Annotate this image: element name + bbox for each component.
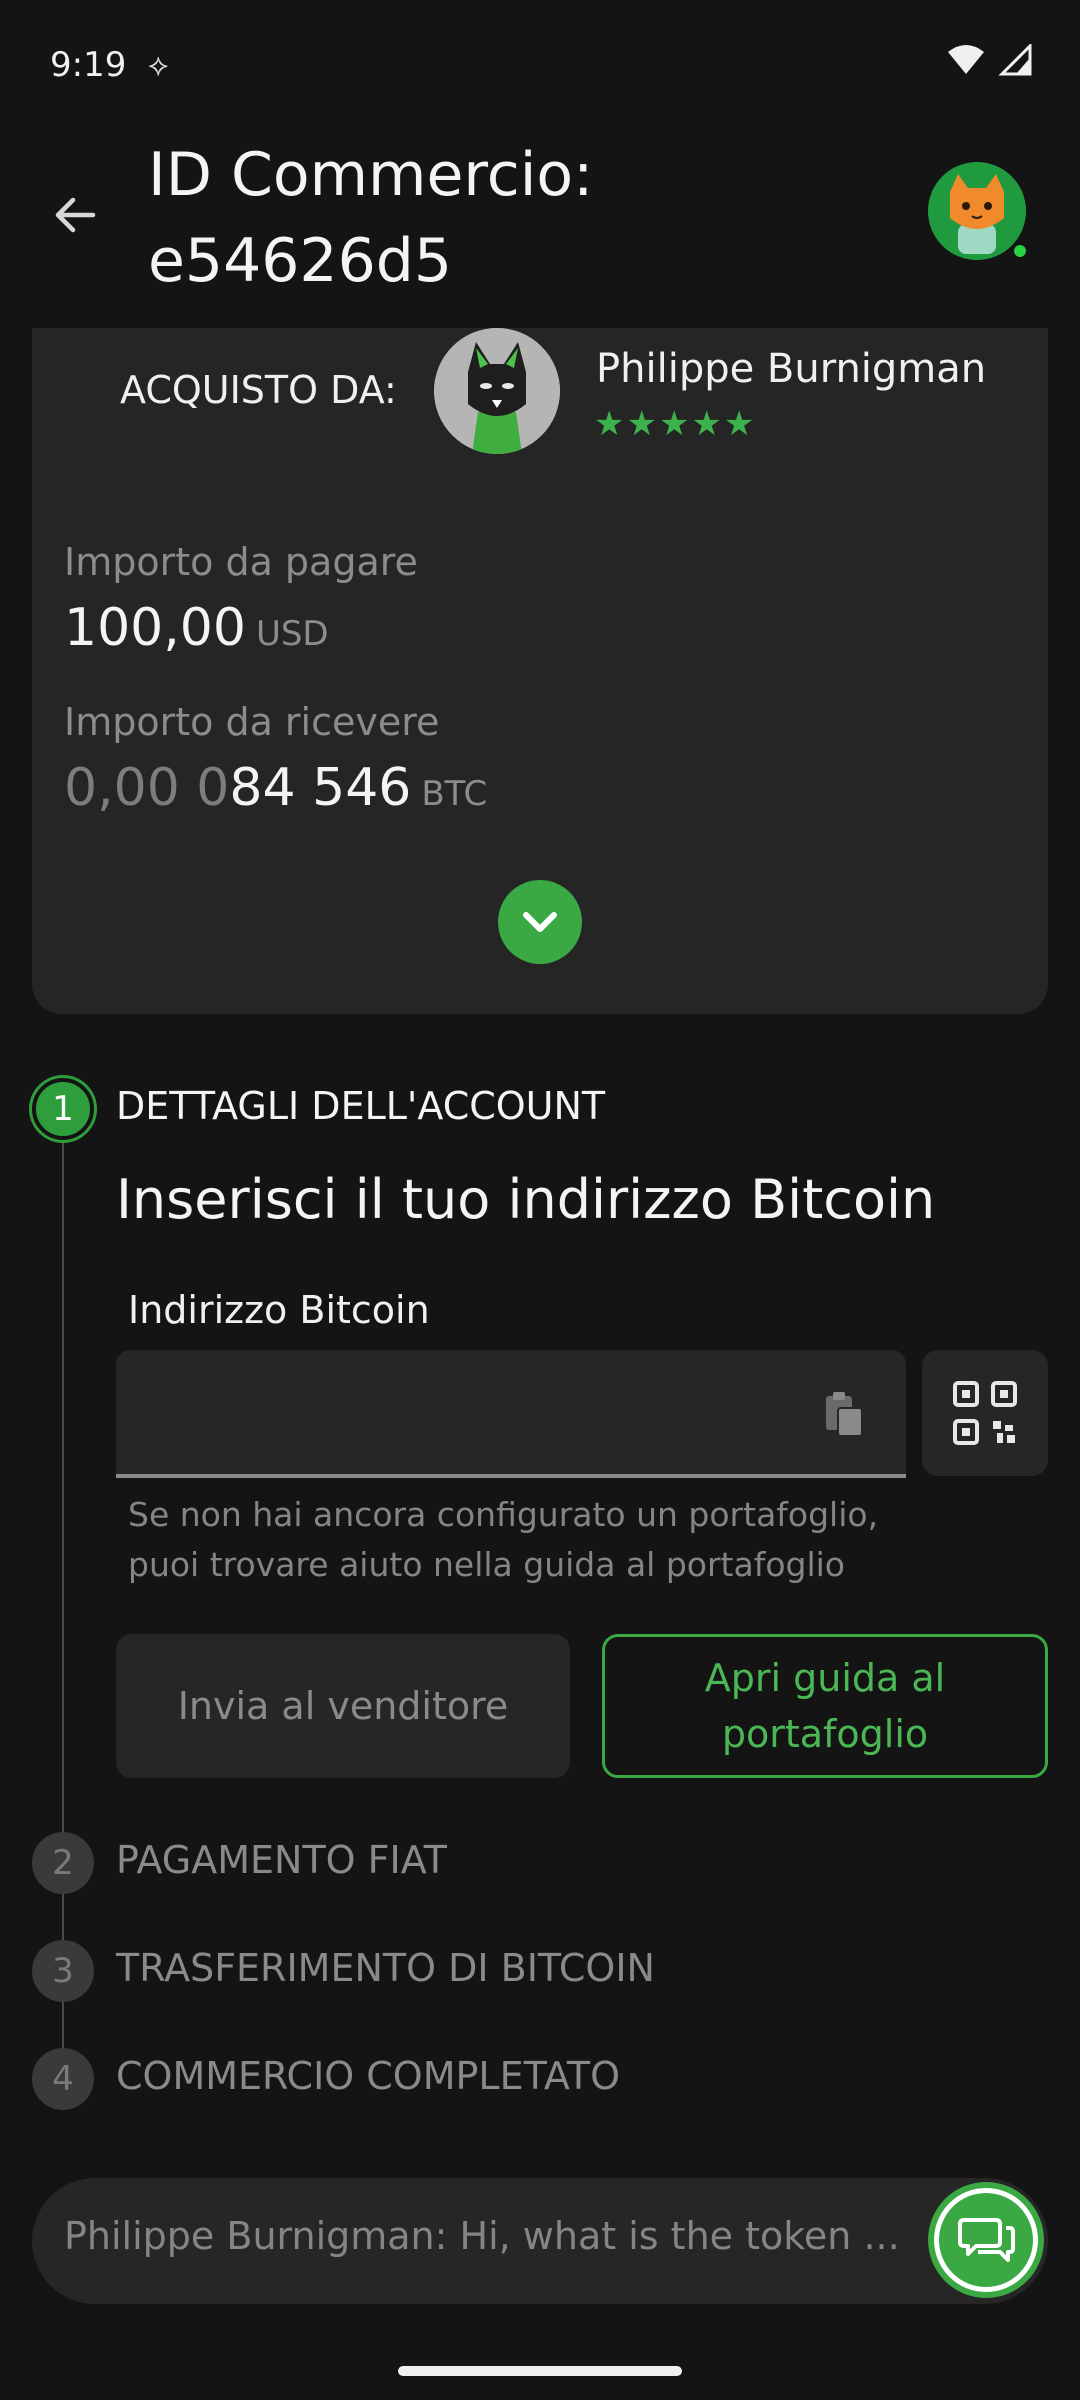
chat-preview-text: Philippe Burnigman: Hi, what is the toke… — [64, 2214, 900, 2258]
pay-amount-unit: USD — [255, 614, 329, 654]
bitcoin-address-label: Indirizzo Bitcoin — [128, 1288, 430, 1332]
buyer-label: ACQUISTO DA: — [120, 368, 397, 412]
pay-amount-value: 100,00 — [64, 598, 246, 658]
status-icons — [946, 44, 1032, 76]
step-2-indicator: 2 — [32, 1832, 94, 1894]
robot-avatar[interactable] — [928, 162, 1026, 260]
open-wallet-guide-button[interactable]: Apri guida al portafoglio — [602, 1634, 1048, 1778]
paste-icon[interactable] — [822, 1390, 866, 1438]
rating-stars: ★★★★★ — [594, 404, 757, 444]
pay-amount: 100,00 USD — [64, 598, 329, 658]
chat-preview-bar[interactable]: Philippe Burnigman: Hi, what is the toke… — [32, 2178, 1048, 2304]
receive-amount-value: 84 546 — [229, 758, 412, 818]
cat-avatar-icon — [928, 162, 1026, 260]
notification-icon: ⟡ — [148, 47, 169, 83]
qr-code-icon — [953, 1381, 1017, 1445]
receive-amount-leading-zeros: 0,00 0 — [64, 758, 230, 818]
account-details-heading: Inserisci il tuo indirizzo Bitcoin — [116, 1168, 936, 1231]
step-3-indicator: 3 — [32, 1940, 94, 2002]
pay-amount-label: Importo da pagare — [64, 540, 418, 584]
buyer-name: Philippe Burnigman — [596, 346, 987, 392]
step-3-label[interactable]: TRASFERIMENTO DI BITCOIN — [116, 1946, 655, 1990]
receive-amount-label: Importo da ricevere — [64, 700, 440, 744]
step-1-label[interactable]: DETTAGLI DELL'ACCOUNT — [116, 1084, 605, 1128]
step-2-label[interactable]: PAGAMENTO FIAT — [116, 1838, 447, 1882]
signal-icon — [998, 44, 1032, 76]
step-4-indicator: 4 — [32, 2048, 94, 2110]
status-time: 9:19 — [50, 45, 127, 85]
chat-icon — [958, 2218, 1015, 2262]
page-title: ID Commercio: e54626d5 — [148, 140, 594, 296]
bitcoin-address-input[interactable] — [116, 1350, 906, 1478]
arrow-left-icon — [55, 197, 96, 233]
expand-summary-button[interactable] — [498, 880, 582, 964]
cat-avatar-icon — [434, 328, 560, 454]
receive-amount: 0,00 084 546 BTC — [64, 758, 487, 818]
trade-summary-card: ACQUISTO DA: Philippe Burnigman ★★★★★ Im… — [32, 328, 1048, 1014]
wifi-icon — [948, 45, 984, 74]
open-chat-button[interactable] — [934, 2188, 1038, 2292]
status-bar: 9:19 ⟡ — [0, 0, 1080, 130]
online-status-dot — [1011, 242, 1029, 260]
step-1-indicator: 1 — [32, 1078, 94, 1140]
home-indicator[interactable] — [398, 2366, 682, 2376]
step-4-label[interactable]: COMMERCIO COMPLETATO — [116, 2054, 620, 2098]
app-bar: ID Commercio: e54626d5 — [0, 130, 1080, 330]
receive-amount-unit: BTC — [421, 774, 488, 814]
send-to-seller-button[interactable]: Invia al venditore — [116, 1634, 570, 1778]
buyer-avatar[interactable] — [434, 328, 560, 454]
chevron-down-icon — [523, 912, 557, 932]
back-button[interactable] — [40, 180, 110, 250]
qr-scan-button[interactable] — [922, 1350, 1048, 1476]
wallet-helper-text: Se non hai ancora configurato un portafo… — [128, 1495, 879, 1584]
